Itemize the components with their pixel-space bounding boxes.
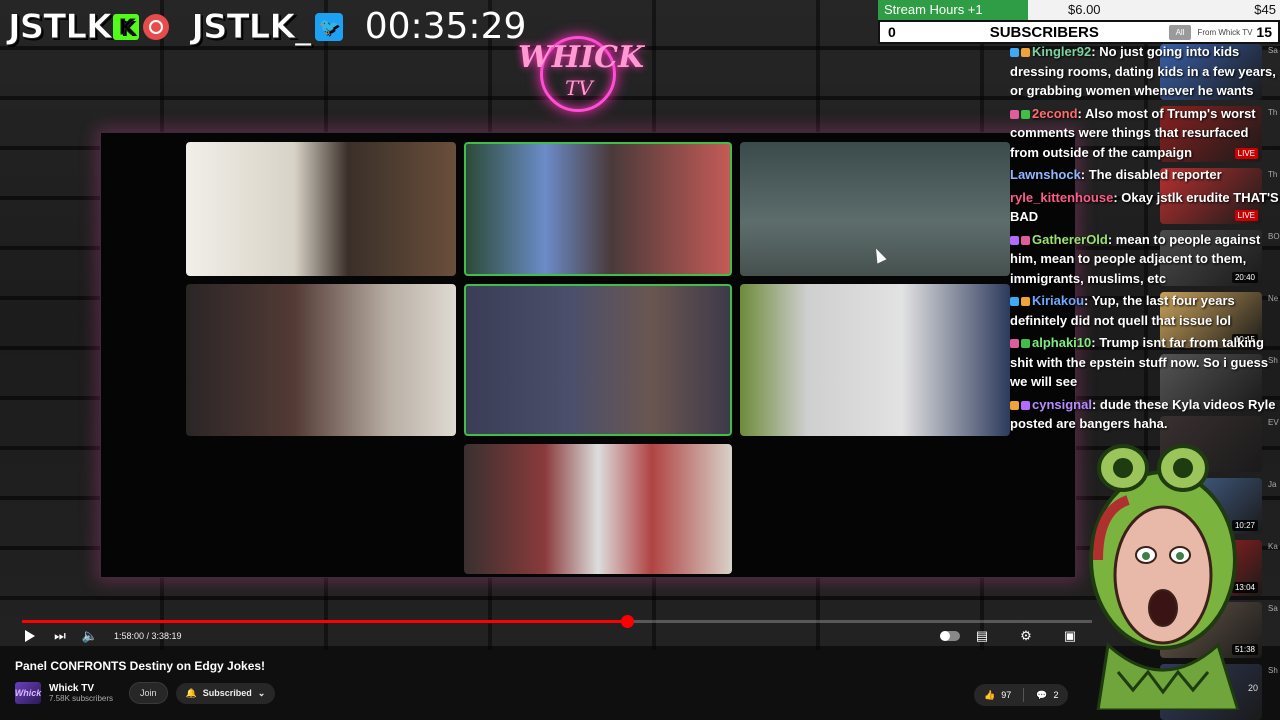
chat-message: ryle_kittenhouse: Okay jstlk erudite THA… — [1010, 188, 1280, 227]
chat-message: Lawnshock: The disabled reporter — [1010, 165, 1280, 185]
donation-amount: $6.00 — [1068, 2, 1101, 17]
chat-overlay: Kingler92: No just going into kids dress… — [1010, 42, 1280, 437]
chat-badge-icon — [1021, 339, 1030, 349]
chat-badge-icon — [1021, 48, 1030, 58]
chat-badge-icon — [1021, 400, 1030, 410]
whick-tv-neon-logo: WHICK TV — [518, 36, 644, 112]
chat-username[interactable]: cynsignal — [1032, 397, 1092, 412]
chat-message: GathererOld: mean to people against him,… — [1010, 230, 1280, 289]
participant-tile-speaking — [464, 142, 732, 276]
autoplay-toggle[interactable] — [940, 631, 960, 641]
volume-button[interactable]: 🔈 — [82, 628, 98, 644]
stream-timer: 00:35:29 — [364, 6, 527, 47]
chat-badge-icon — [1010, 297, 1019, 307]
chat-badge-icon — [1021, 109, 1030, 119]
chat-username[interactable]: Lawnshock — [1010, 167, 1081, 182]
chat-username[interactable]: ryle_kittenhouse — [1010, 190, 1113, 205]
extra-count: 20 — [1248, 683, 1259, 693]
comment-icon: 💬 — [1036, 689, 1048, 700]
stream-branding: JSTLK K JSTLK_ 🐦 00:35:29 — [7, 6, 527, 47]
comments-button[interactable]: 💬 2 — [1036, 690, 1058, 701]
chat-username[interactable]: GathererOld — [1032, 232, 1108, 247]
kick-logo-icon: K — [113, 13, 140, 40]
volume-icon: 🔈 — [81, 628, 99, 643]
chat-message: alphaki10: Trump isnt far from talking s… — [1010, 333, 1280, 392]
participant-tile — [186, 284, 456, 436]
gear-icon: ⚙ — [1020, 628, 1032, 643]
chat-username[interactable]: 2econd — [1032, 106, 1078, 121]
participant-tile-speaking — [464, 284, 732, 436]
right-count: 15 — [1256, 24, 1272, 40]
filter-all-chip[interactable]: All — [1168, 24, 1192, 40]
kick-handle: JSTLK K — [7, 6, 170, 47]
donation-goal: $45 — [1254, 2, 1276, 17]
channel-row: Whick Whick TV 7.58K subscribers Join 🔔 … — [15, 682, 276, 704]
video-title-snippet: Ka — [1268, 542, 1278, 551]
twitter-handle: JSTLK_ 🐦 — [191, 6, 343, 47]
chat-text: : The disabled reporter — [1080, 167, 1222, 182]
bell-icon: 🔔 — [185, 687, 197, 698]
subscribers-label: SUBSCRIBERS — [989, 23, 1099, 41]
participant-tile — [740, 284, 1010, 436]
thumbs-up-icon: 👍 — [984, 689, 996, 700]
chat-message: Kingler92: No just going into kids dress… — [1010, 42, 1280, 101]
engagement-actions: 👍 97 💬 2 — [974, 684, 1069, 706]
chat-badge-icon — [1010, 235, 1019, 245]
video-title-snippet: Sh — [1268, 666, 1278, 675]
chat-badge-icon — [1021, 297, 1030, 307]
video-title-snippet: Sa — [1268, 604, 1278, 613]
next-button[interactable]: ⏭ — [52, 628, 68, 644]
playback-time: 1:58:00 / 3:38:19 — [114, 631, 182, 641]
video-title: Panel CONFRONTS Destiny on Edgy Jokes! — [15, 659, 266, 673]
subtitles-button[interactable]: ▤ — [974, 628, 990, 644]
miniplayer-icon: ▣ — [1063, 628, 1077, 643]
stream-hours-label: Stream Hours +1 — [878, 0, 1028, 20]
chat-username[interactable]: alphaki10 — [1032, 335, 1091, 350]
seek-bar[interactable] — [22, 615, 1092, 628]
chat-badge-icon — [1010, 339, 1019, 349]
channel-avatar[interactable]: Whick — [15, 682, 41, 704]
donation-totals: $6.00 $45 — [1028, 0, 1280, 20]
player-controls: ⏭ 🔈 1:58:00 / 3:38:19 ▤ ⚙ ▣ — [22, 626, 1092, 646]
subscribed-button[interactable]: 🔔 Subscribed ⌄ — [175, 682, 276, 704]
play-icon — [25, 630, 35, 642]
chat-badge-icon — [1010, 109, 1019, 119]
stream-stats-bar: Stream Hours +1 $6.00 $45 0 SUBSCRIBERS … — [878, 0, 1280, 44]
chat-message: 2econd: Also most of Trump's worst comme… — [1010, 104, 1280, 163]
join-button[interactable]: Join — [129, 682, 168, 704]
twitter-bird-icon: 🐦 — [314, 12, 343, 41]
screen: { "overlay": { "brand_kick": "JSTLK", "k… — [0, 0, 1280, 720]
divider — [1023, 688, 1025, 702]
channel-name[interactable]: Whick TV — [49, 683, 113, 694]
like-count: 97 — [1001, 690, 1012, 700]
chat-username[interactable]: Kiriakou — [1032, 293, 1084, 308]
chat-badge-icon — [1021, 235, 1030, 245]
comment-count: 2 — [1053, 690, 1059, 700]
miniplayer-button[interactable]: ▣ — [1062, 628, 1078, 644]
chat-username[interactable]: Kingler92 — [1032, 44, 1091, 59]
captions-icon: ▤ — [975, 628, 989, 643]
chat-message: Kiriakou: Yup, the last four years defin… — [1010, 291, 1280, 330]
seek-bar-played — [22, 620, 627, 623]
participant-tile — [464, 444, 732, 574]
video-title-snippet: Ja — [1268, 480, 1277, 489]
participant-tile — [186, 142, 456, 276]
chevron-down-icon: ⌄ — [257, 687, 266, 698]
like-button[interactable]: 👍 97 — [984, 690, 1011, 701]
play-button[interactable] — [22, 628, 38, 644]
chat-badge-icon — [1010, 48, 1019, 58]
channel-subscribers: 7.58K subscribers — [49, 694, 114, 703]
settings-button[interactable]: ⚙ — [1018, 628, 1034, 644]
chat-badge-icon — [1010, 400, 1019, 410]
chat-message: cynsignal: dude these Kyla videos Ryle p… — [1010, 395, 1280, 434]
filter-from-chip[interactable]: From Whick TV — [1197, 28, 1252, 37]
skip-next-icon: ⏭ — [54, 628, 66, 643]
record-icon — [143, 13, 170, 40]
subscriber-count: 0 — [888, 24, 896, 40]
kermit-avatar-overlay — [1089, 444, 1240, 710]
